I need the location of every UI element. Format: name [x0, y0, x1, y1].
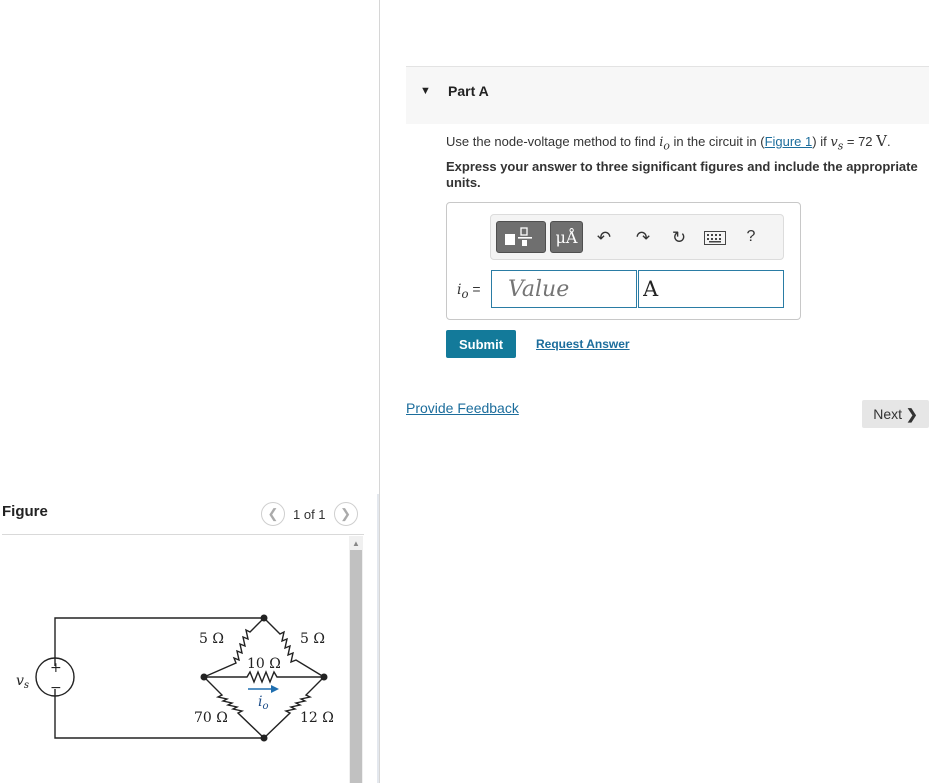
circuit-diagram: + − vs 5 Ω 5 Ω 10 Ω 70 Ω 12 Ω io — [16, 614, 334, 742]
panel-edge — [377, 494, 379, 783]
part-a-header[interactable]: ▼ Part A — [406, 66, 929, 124]
scroll-up-arrow-icon[interactable]: ▲ — [349, 536, 363, 550]
figure-pager: ❮ 1 of 1 ❯ — [261, 502, 358, 526]
top-wire — [54, 617, 264, 666]
units-button[interactable]: μÅ — [550, 221, 583, 253]
node-top — [260, 614, 268, 622]
source-minus: − — [50, 680, 62, 696]
instruction-text: Express your answer to three significant… — [446, 159, 918, 190]
reset-icon[interactable]: ↻ — [669, 228, 689, 248]
help-button[interactable]: ? — [741, 228, 761, 246]
current-arrowhead — [271, 685, 279, 693]
node-bottom — [260, 734, 268, 742]
label-r-bottom-left: 70 Ω — [194, 710, 228, 726]
current-label: io — [258, 694, 269, 712]
answer-box: μÅ ↶ ↷ ↻ ? io = — [446, 202, 801, 320]
figure-divider — [2, 534, 364, 535]
chevron-right-icon: ❯ — [906, 405, 918, 422]
label-r-top-left: 5 Ω — [199, 631, 224, 647]
provide-feedback-link[interactable]: Provide Feedback — [406, 400, 519, 416]
bottom-wire — [54, 689, 264, 739]
next-button[interactable]: Next ❯ — [862, 400, 929, 428]
label-r-bottom-right: 12 Ω — [300, 710, 334, 726]
math-toolbar: μÅ ↶ ↷ ↻ ? — [490, 214, 784, 260]
panel-divider — [379, 0, 380, 783]
keyboard-icon[interactable] — [703, 230, 727, 250]
resistor-middle — [204, 670, 324, 684]
label-r-top-right: 5 Ω — [300, 631, 325, 647]
value-input[interactable] — [491, 270, 637, 308]
undo-icon[interactable]: ↶ — [594, 228, 614, 248]
chevron-right-icon: ❯ — [340, 506, 351, 521]
figure-count: 1 of 1 — [293, 506, 326, 522]
templates-button[interactable] — [496, 221, 546, 253]
source-label: vs — [16, 673, 29, 691]
source-plus: + — [50, 660, 62, 676]
node-right — [320, 673, 328, 681]
unit-input[interactable] — [638, 270, 784, 308]
chevron-left-icon: ❮ — [267, 506, 279, 521]
collapse-caret-icon[interactable]: ▼ — [420, 85, 431, 97]
templates-icon — [505, 227, 532, 246]
redo-icon[interactable]: ↷ — [633, 228, 653, 248]
submit-button[interactable]: Submit — [446, 330, 516, 358]
previous-figure-button[interactable]: ❮ — [261, 502, 285, 526]
figure-scrollbar-thumb[interactable] — [350, 550, 362, 783]
request-answer-link[interactable]: Request Answer — [536, 337, 630, 351]
next-label: Next — [873, 406, 903, 422]
answer-label: io = — [457, 281, 481, 301]
figure-link[interactable]: Figure 1 — [765, 134, 813, 149]
next-figure-button[interactable]: ❯ — [333, 502, 358, 526]
question-text: Use the node-voltage method to find io i… — [446, 132, 891, 153]
resistor-bottom-left — [203, 676, 265, 739]
part-title: Part A — [448, 83, 489, 99]
label-r-middle: 10 Ω — [247, 656, 281, 672]
figure-title: Figure — [2, 503, 48, 520]
node-left — [200, 673, 208, 681]
